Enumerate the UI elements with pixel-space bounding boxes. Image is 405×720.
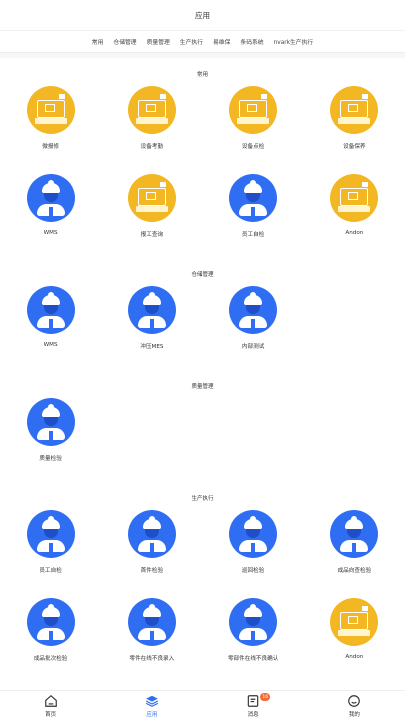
app-label: 成品批次检验	[33, 656, 68, 662]
tabbar-item-home[interactable]: 首页	[0, 691, 101, 720]
smile-icon	[348, 694, 361, 707]
app-tile[interactable]: 成品向查检验	[304, 506, 405, 594]
page-title: 应用	[195, 10, 210, 20]
robot-icon	[26, 598, 75, 646]
app-tile[interactable]: 首件检验	[101, 506, 202, 594]
tabbar-item-apps[interactable]: 应用	[101, 691, 202, 720]
robot-icon	[127, 598, 176, 646]
robot-icon	[330, 510, 379, 558]
app-tile[interactable]: 巡回检验	[203, 506, 304, 594]
machine-icon	[127, 86, 176, 134]
machine-icon	[330, 598, 379, 646]
section-title: 易维保	[0, 682, 405, 688]
app-tile[interactable]: 员工自检	[203, 170, 304, 258]
app-label: 内部测试	[241, 344, 265, 350]
app-label: 首件检验	[140, 568, 164, 574]
tab-条码系统[interactable]: 条码系统	[240, 37, 263, 46]
bottom-tabbar: 首页 应用 16 消息 我的	[0, 690, 405, 720]
app-list: 常用 微报修 设备考勤 设备点检 设备保养 WMS 报工查询 员工自检 Andon 仓储管理 WMS…	[0, 58, 405, 688]
message-icon	[247, 694, 259, 707]
app-label: 巡回检验	[241, 568, 265, 574]
robot-icon	[229, 598, 278, 646]
machine-icon	[127, 174, 176, 222]
tabbar-label-mine: 我的	[348, 711, 360, 718]
robot-icon	[229, 510, 278, 558]
app-grid: WMS 冲压MES 内部测试	[0, 282, 405, 370]
app-label: 零件在线不良录入	[129, 656, 175, 662]
machine-icon	[229, 86, 278, 134]
section-title: 仓储管理	[191, 272, 214, 278]
section-title: 生产执行	[191, 496, 214, 502]
app-grid: 微报修 设备考勤 设备点检 设备保养 WMS 报工查询 员工自检 Andon	[0, 82, 405, 258]
app-tile[interactable]: WMS	[0, 282, 101, 370]
machine-icon	[330, 174, 379, 222]
app-tile[interactable]: 设备考勤	[101, 82, 202, 170]
robot-icon	[127, 286, 176, 334]
app-label: WMS	[43, 230, 58, 236]
app-label: 质量检验	[39, 456, 62, 462]
tab-常用[interactable]: 常用	[92, 37, 104, 46]
app-tile[interactable]: 内部测试	[203, 282, 304, 370]
app-tile[interactable]: Andon	[304, 170, 405, 258]
app-tile[interactable]: 零部件在线不良确认	[203, 594, 304, 682]
robot-icon	[26, 510, 75, 558]
tabbar-label-messages: 消息	[247, 711, 259, 718]
app-label: 成品向查检验	[337, 568, 372, 574]
app-grid: 质量检验	[0, 394, 405, 482]
app-label: 报工查询	[140, 232, 164, 238]
home-icon	[44, 694, 57, 707]
app-tile[interactable]: Andon	[304, 594, 405, 682]
tabbar-label-home: 首页	[45, 711, 57, 718]
tabbar-item-messages[interactable]: 16 消息	[203, 691, 304, 720]
section-title: 常用	[196, 72, 208, 78]
app-label: Andon	[345, 230, 364, 236]
app-tile[interactable]: 员工自检	[0, 506, 101, 594]
app-tile[interactable]: 报工查询	[101, 170, 202, 258]
tab-nvark生产执行[interactable]: nvark生产执行	[274, 37, 314, 46]
app-tile[interactable]: 冲压MES	[101, 282, 202, 370]
app-label: 员工自检	[39, 568, 62, 574]
app-tile[interactable]: 质量检验	[0, 394, 101, 482]
app-label: Andon	[345, 654, 364, 660]
layers-icon	[145, 695, 158, 707]
tab-仓储管理[interactable]: 仓储管理	[113, 37, 136, 46]
machine-icon	[330, 86, 379, 134]
machine-icon	[26, 86, 75, 134]
tab-质量管理[interactable]: 质量管理	[147, 37, 170, 46]
category-tabs: 常用 仓储管理 质量管理 生产执行 易维保 条码系统 nvark生产执行	[0, 30, 405, 52]
app-label: 冲压MES	[140, 344, 164, 350]
app-label: 员工自检	[241, 232, 265, 238]
app-label: 设备考勤	[140, 144, 164, 150]
app-tile[interactable]: 成品批次检验	[0, 594, 101, 682]
app-tile[interactable]: 设备保养	[304, 82, 405, 170]
app-label: 设备保养	[343, 144, 366, 150]
app-tile[interactable]: WMS	[0, 170, 101, 258]
message-badge: 16	[260, 693, 271, 701]
app-grid: 员工自检 首件检验 巡回检验 成品向查检验成品批次检验 零件在线不良录入 零部件在线不良确…	[0, 506, 405, 682]
app-label: WMS	[43, 342, 58, 348]
robot-icon	[229, 174, 278, 222]
robot-icon	[229, 286, 278, 334]
robot-icon	[26, 174, 75, 222]
robot-icon	[127, 510, 176, 558]
section-title: 质量管理	[191, 384, 214, 390]
app-label: 零部件在线不良确认	[227, 656, 279, 662]
app-tile[interactable]: 零件在线不良录入	[101, 594, 202, 682]
robot-icon	[26, 398, 75, 446]
tab-生产执行[interactable]: 生产执行	[180, 37, 203, 46]
tabbar-item-mine[interactable]: 我的	[304, 691, 405, 720]
app-label: 微报修	[42, 144, 60, 150]
tab-易维保[interactable]: 易维保	[213, 37, 230, 46]
robot-icon	[26, 286, 75, 334]
page-header: 应用	[0, 0, 405, 30]
app-tile[interactable]: 微报修	[0, 82, 101, 170]
tabbar-label-apps: 应用	[146, 711, 158, 718]
app-label: 设备点检	[241, 144, 265, 150]
app-tile[interactable]: 设备点检	[203, 82, 304, 170]
